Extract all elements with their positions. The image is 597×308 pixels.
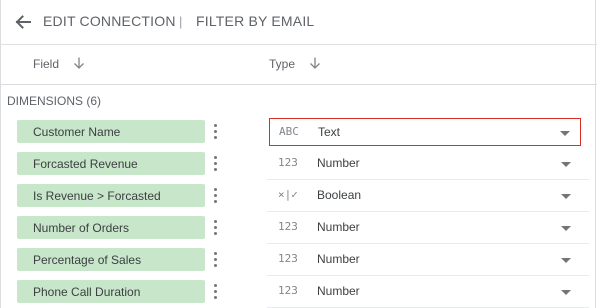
dimensions-section-label: DIMENSIONS (6) (7, 94, 102, 108)
type-value: Text (318, 125, 341, 139)
field-row: Phone Call Duration 123 Number (0, 276, 597, 308)
chevron-down-icon (561, 258, 571, 263)
header-bar: EDIT CONNECTION | FILTER BY EMAIL (0, 0, 597, 45)
number-type-icon: 123 (278, 252, 298, 265)
field-chip[interactable]: Forcasted Revenue (17, 152, 205, 175)
field-name: Percentage of Sales (33, 253, 142, 267)
chevron-down-icon (561, 290, 571, 295)
chevron-down-icon (561, 194, 571, 199)
type-value: Number (317, 284, 360, 298)
more-options-icon[interactable] (213, 252, 219, 270)
more-options-icon[interactable] (213, 284, 219, 302)
chevron-down-icon (561, 162, 571, 167)
field-row: Is Revenue > Forcasted ×|✓ Boolean (0, 180, 597, 212)
more-options-icon[interactable] (213, 188, 219, 206)
field-row: Number of Orders 123 Number (0, 212, 597, 244)
number-type-icon: 123 (278, 220, 298, 233)
more-options-icon[interactable] (213, 124, 219, 142)
type-dropdown[interactable]: 123 Number (269, 214, 581, 242)
filter-by-email-button[interactable]: FILTER BY EMAIL (196, 13, 314, 29)
number-type-icon: 123 (278, 284, 298, 297)
text-type-icon: ABC (279, 125, 299, 138)
type-value: Number (317, 220, 360, 234)
field-chip[interactable]: Is Revenue > Forcasted (17, 184, 205, 207)
field-chip[interactable]: Percentage of Sales (17, 248, 205, 271)
type-value: Number (317, 156, 360, 170)
field-chip[interactable]: Customer Name (17, 120, 205, 143)
chevron-down-icon (560, 131, 570, 136)
type-dropdown[interactable]: 123 Number (269, 246, 581, 274)
edit-connection-button[interactable]: EDIT CONNECTION (43, 13, 176, 29)
field-chip[interactable]: Number of Orders (17, 216, 205, 239)
field-column-header[interactable]: Field (33, 57, 59, 71)
field-row: Percentage of Sales 123 Number (0, 244, 597, 276)
field-row: Customer Name ABC Text (0, 116, 597, 148)
chevron-down-icon (561, 226, 571, 231)
header-separator: | (179, 14, 183, 29)
more-options-icon[interactable] (213, 156, 219, 174)
type-dropdown[interactable]: ×|✓ Boolean (269, 182, 581, 210)
number-type-icon: 123 (278, 156, 298, 169)
field-name: Phone Call Duration (33, 285, 141, 299)
column-header: Field Type (0, 44, 597, 85)
type-column-header[interactable]: Type (269, 57, 295, 71)
boolean-type-icon: ×|✓ (278, 188, 298, 201)
field-name: Number of Orders (33, 221, 130, 235)
type-value: Boolean (317, 188, 362, 202)
type-dropdown[interactable]: 123 Number (269, 150, 581, 178)
field-name: Is Revenue > Forcasted (33, 189, 161, 203)
type-dropdown[interactable]: ABC Text (269, 118, 581, 146)
back-arrow-icon[interactable] (13, 12, 33, 32)
type-dropdown[interactable]: 123 Number (269, 278, 581, 306)
sort-arrow-down-icon[interactable] (72, 56, 86, 70)
field-chip[interactable]: Phone Call Duration (17, 280, 205, 303)
field-name: Forcasted Revenue (33, 157, 138, 171)
field-name: Customer Name (33, 125, 121, 139)
field-row: Forcasted Revenue 123 Number (0, 148, 597, 180)
more-options-icon[interactable] (213, 220, 219, 238)
type-value: Number (317, 252, 360, 266)
sort-arrow-down-icon[interactable] (308, 56, 322, 70)
